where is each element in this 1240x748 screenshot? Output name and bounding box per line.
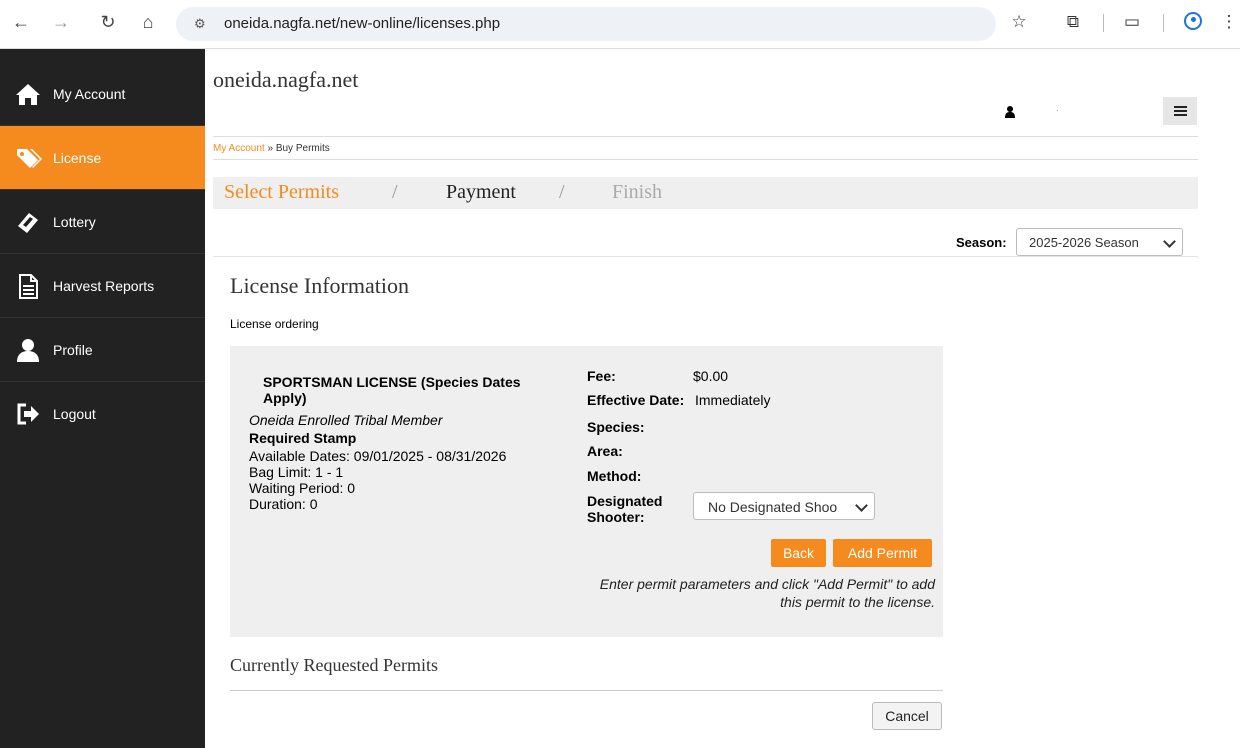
logout-icon: [17, 403, 39, 425]
browser-toolbar: ← → ↻ ⌂ ⚙ oneida.nagfa.net/new-online/li…: [0, 0, 1240, 49]
sidebar-item-harvest-reports[interactable]: Harvest Reports: [0, 254, 205, 318]
sidebar-item-lottery[interactable]: Lottery: [0, 190, 205, 254]
sidebar-item-label: License: [53, 150, 102, 166]
user-icon: [1005, 106, 1015, 118]
divider: [213, 159, 1198, 160]
chevron-down-icon: [1163, 235, 1176, 248]
checkout-steps: Select Permits / Payment / Finish: [213, 177, 1198, 209]
section-title-requested-permits: Currently Requested Permits: [230, 655, 438, 675]
permit-duration: Duration: 0: [249, 496, 318, 512]
permit-bag-limit: Bag Limit: 1 - 1: [249, 464, 344, 480]
sidebar-item-license[interactable]: License: [0, 126, 205, 190]
sidebar-item-label: Lottery: [53, 214, 96, 230]
toolbar-divider: [1103, 14, 1104, 32]
menu-hamburger-icon[interactable]: [1163, 97, 1197, 125]
tags-icon: [17, 149, 42, 168]
user-icon: [17, 339, 39, 362]
reload-icon[interactable]: ↻: [97, 10, 119, 34]
sidebar-item-label: Logout: [53, 406, 96, 422]
tab-search-icon[interactable]: ▭: [1121, 10, 1143, 34]
sidebar-item-label: My Account: [53, 86, 126, 102]
permit-name: SPORTSMAN LICENSE (Species Dates Apply): [263, 374, 521, 406]
section-title-license-information: License Information: [230, 273, 409, 298]
season-label: Season:: [956, 235, 1007, 250]
add-permit-button[interactable]: Add Permit: [833, 539, 932, 567]
home-icon: [16, 84, 40, 105]
home-button-icon[interactable]: ⌂: [137, 10, 159, 34]
fee-value: $0.00: [693, 368, 729, 384]
permit-eligibility: Oneida Enrolled Tribal Member: [249, 412, 443, 428]
sidebar-item-profile[interactable]: Profile: [0, 318, 205, 382]
toolbar-divider: [1163, 14, 1164, 32]
step-separator: /: [392, 181, 398, 203]
breadcrumb: My Account » Buy Permits: [213, 143, 330, 154]
effective-date-value: Immediately: [695, 392, 771, 408]
step-finish: Finish: [612, 181, 663, 203]
license-ordering-label: License ordering: [230, 317, 319, 331]
permit-panel: SPORTSMAN LICENSE (Species Dates Apply) …: [230, 346, 943, 637]
site-info-icon[interactable]: ⚙: [194, 16, 206, 32]
document-icon: [19, 274, 38, 299]
step-select-permits: Select Permits: [224, 181, 339, 203]
url-text: oneida.nagfa.net/new-online/licenses.php: [224, 15, 501, 32]
step-separator: /: [559, 181, 565, 203]
sidebar-item-label: Harvest Reports: [53, 278, 155, 294]
effective-date-label: Effective Date:: [587, 392, 685, 408]
forward-arrow-icon[interactable]: →: [50, 10, 72, 34]
add-permit-hint: Enter permit parameters and click "Add P…: [599, 576, 935, 610]
user-name: .: [1056, 103, 1059, 114]
step-payment: Payment: [446, 181, 516, 203]
sidebar: My Account License Lottery Harvest Repor…: [0, 49, 205, 748]
designated-shooter-selected: No Designated Shoo: [708, 499, 838, 515]
profile-avatar-icon[interactable]: [1184, 12, 1202, 30]
permit-waiting-period: Waiting Period: 0: [249, 480, 356, 496]
species-label: Species:: [587, 419, 645, 435]
back-button[interactable]: Back: [771, 539, 826, 567]
address-bar[interactable]: ⚙ oneida.nagfa.net/new-online/licenses.p…: [176, 7, 996, 41]
chevron-down-icon: [855, 499, 868, 512]
sidebar-item-logout[interactable]: Logout: [0, 382, 205, 446]
permit-stamp: Required Stamp: [249, 430, 357, 446]
divider: [213, 136, 1198, 137]
cancel-button[interactable]: Cancel: [872, 702, 942, 730]
site-title: oneida.nagfa.net: [213, 67, 359, 92]
season-selected-value: 2025-2026 Season: [1029, 235, 1139, 250]
sidebar-item-label: Profile: [53, 342, 93, 358]
back-arrow-icon[interactable]: ←: [10, 10, 32, 34]
more-menu-icon[interactable]: ⋮: [1218, 10, 1240, 34]
breadcrumb-link-my-account[interactable]: My Account: [213, 143, 265, 154]
season-select[interactable]: 2025-2026 Season: [1016, 228, 1183, 256]
bookmark-star-icon[interactable]: ☆: [1008, 10, 1030, 34]
method-label: Method:: [587, 468, 642, 484]
designated-shooter-label: Designated Shooter:: [587, 493, 663, 525]
breadcrumb-separator: »: [267, 143, 274, 154]
permit-available-dates: Available Dates: 09/01/2025 - 08/31/2026: [249, 448, 507, 464]
fee-label: Fee:: [587, 368, 616, 384]
designated-shooter-select[interactable]: No Designated Shoo: [693, 492, 875, 520]
sidebar-item-my-account[interactable]: My Account: [0, 62, 205, 126]
divider: [230, 690, 943, 691]
area-label: Area:: [587, 443, 623, 459]
breadcrumb-current: Buy Permits: [275, 143, 330, 154]
extensions-icon[interactable]: ⧉: [1062, 10, 1084, 34]
divider: [213, 256, 1198, 257]
ticket-icon: [18, 213, 38, 233]
